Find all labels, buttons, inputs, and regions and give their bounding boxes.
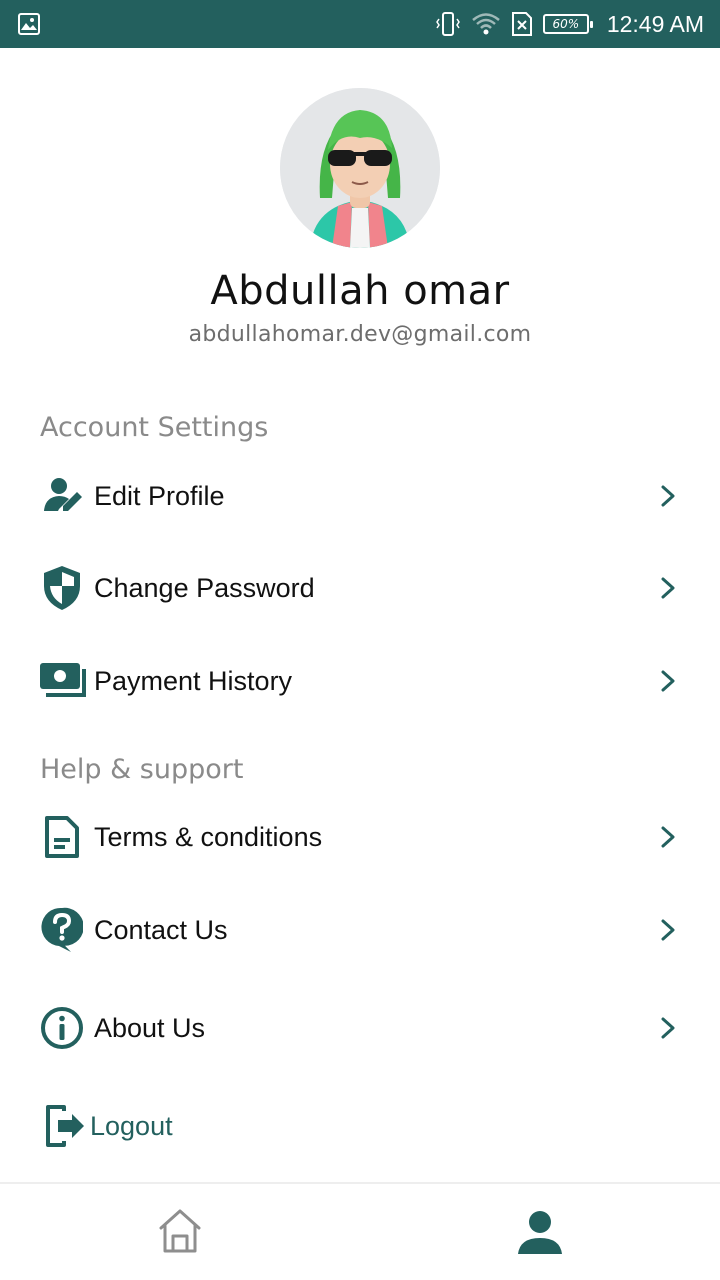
chevron-right-icon <box>661 485 675 507</box>
chevron-right-icon <box>661 670 675 692</box>
logout-icon <box>42 1102 90 1150</box>
chevron-right-icon <box>661 826 675 848</box>
profile-header: Abdullah omar abdullahomar.dev@gmail.com <box>0 88 720 347</box>
home-icon[interactable] <box>158 1208 202 1254</box>
menu-item-label: Contact Us <box>94 914 228 945</box>
profile-email: abdullahomar.dev@gmail.com <box>188 322 532 347</box>
menu-item-contact-us[interactable]: Contact Us <box>0 890 720 970</box>
wifi-icon <box>472 13 500 35</box>
avatar[interactable] <box>280 88 440 248</box>
person-icon[interactable] <box>516 1210 564 1256</box>
logout-button[interactable]: Logout <box>0 1086 720 1166</box>
menu-item-payment-history[interactable]: Payment History <box>0 641 720 721</box>
battery-level: 60% <box>552 17 580 31</box>
menu-item-label: About Us <box>94 1012 206 1043</box>
status-bar: 60% 12:49 AM <box>0 0 720 48</box>
menu-item-label: Change Password <box>94 572 315 603</box>
chevron-right-icon <box>661 919 675 941</box>
profile-name: Abdullah omar <box>210 268 510 314</box>
gallery-icon <box>18 13 40 35</box>
chevron-right-icon <box>661 577 675 599</box>
section-title-help-support: Help & support <box>40 754 244 785</box>
menu-item-label: Terms & conditions <box>94 821 323 852</box>
clock: 12:49 AM <box>606 10 704 37</box>
section-title-account-settings: Account Settings <box>40 412 269 443</box>
vibrate-icon <box>435 12 460 36</box>
avatar-illustration <box>280 88 440 248</box>
menu-item-about-us[interactable]: About Us <box>0 988 720 1068</box>
menu-item-edit-profile[interactable]: Edit Profile <box>0 456 720 536</box>
menu-item-label: Payment History <box>94 665 293 696</box>
menu-item-change-password[interactable]: Change Password <box>0 548 720 628</box>
payment-icon <box>38 657 86 705</box>
document-icon <box>38 813 86 861</box>
chevron-right-icon <box>661 1017 675 1039</box>
edit-profile-icon <box>38 472 86 520</box>
shield-icon <box>38 564 86 612</box>
menu-item-label: Edit Profile <box>94 480 225 511</box>
no-sim-icon <box>511 12 532 36</box>
bottom-navigation <box>0 1182 720 1280</box>
logout-label: Logout <box>90 1110 173 1141</box>
battery-icon: 60% <box>542 14 593 34</box>
info-icon <box>38 1004 86 1052</box>
question-icon <box>38 906 86 954</box>
menu-item-terms[interactable]: Terms & conditions <box>0 797 720 877</box>
